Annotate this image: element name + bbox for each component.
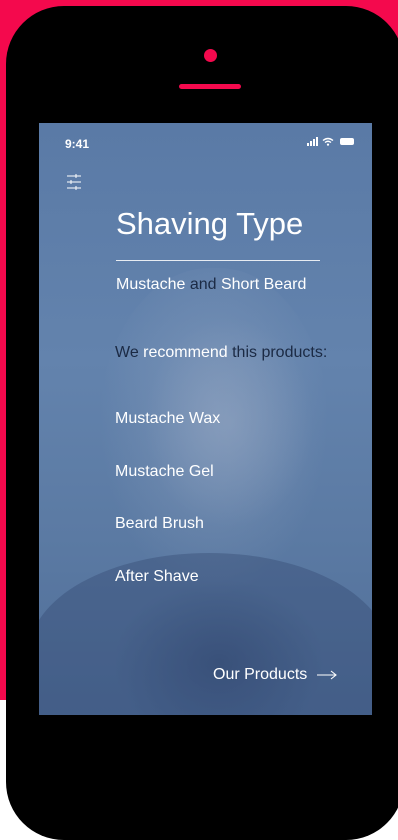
product-item-mustache-gel[interactable]: Mustache Gel: [115, 463, 214, 481]
product-item-after-shave[interactable]: After Shave: [115, 568, 199, 586]
our-products-label: Our Products: [213, 666, 308, 683]
battery-icon: [340, 138, 354, 145]
page-title: Shaving Type: [116, 206, 304, 241]
shaving-type-part1: Mustache: [116, 276, 186, 293]
camera-dot: [204, 49, 217, 62]
shaving-type-line: Mustache and Short Beard: [116, 276, 306, 294]
product-item-mustache-wax[interactable]: Mustache Wax: [115, 410, 220, 428]
recommendation-we: We: [115, 344, 139, 361]
shaving-type-part2: Short Beard: [220, 276, 307, 293]
shaving-type-connector: and: [189, 276, 217, 293]
background-photo-face: [99, 268, 329, 598]
recommendation-verb: recommend: [143, 344, 228, 361]
arrow-right-icon: [317, 670, 338, 680]
sliders-icon[interactable]: [66, 173, 82, 191]
recommendation-rest: this products:: [232, 344, 328, 361]
signal-icon: [307, 137, 318, 146]
status-icons: [307, 137, 354, 146]
wifi-icon: [322, 137, 334, 146]
title-divider: [116, 260, 320, 261]
product-item-beard-brush[interactable]: Beard Brush: [115, 515, 204, 533]
recommendation-text: We recommend this products:: [115, 344, 327, 362]
status-time: 9:41: [65, 137, 90, 151]
app-screen: 9:41 Shaving Type Mustache and Short Bea…: [39, 123, 372, 715]
our-products-link[interactable]: Our Products: [213, 666, 338, 684]
background-photo-shoulders: [39, 553, 372, 715]
speaker-slot: [179, 84, 241, 89]
